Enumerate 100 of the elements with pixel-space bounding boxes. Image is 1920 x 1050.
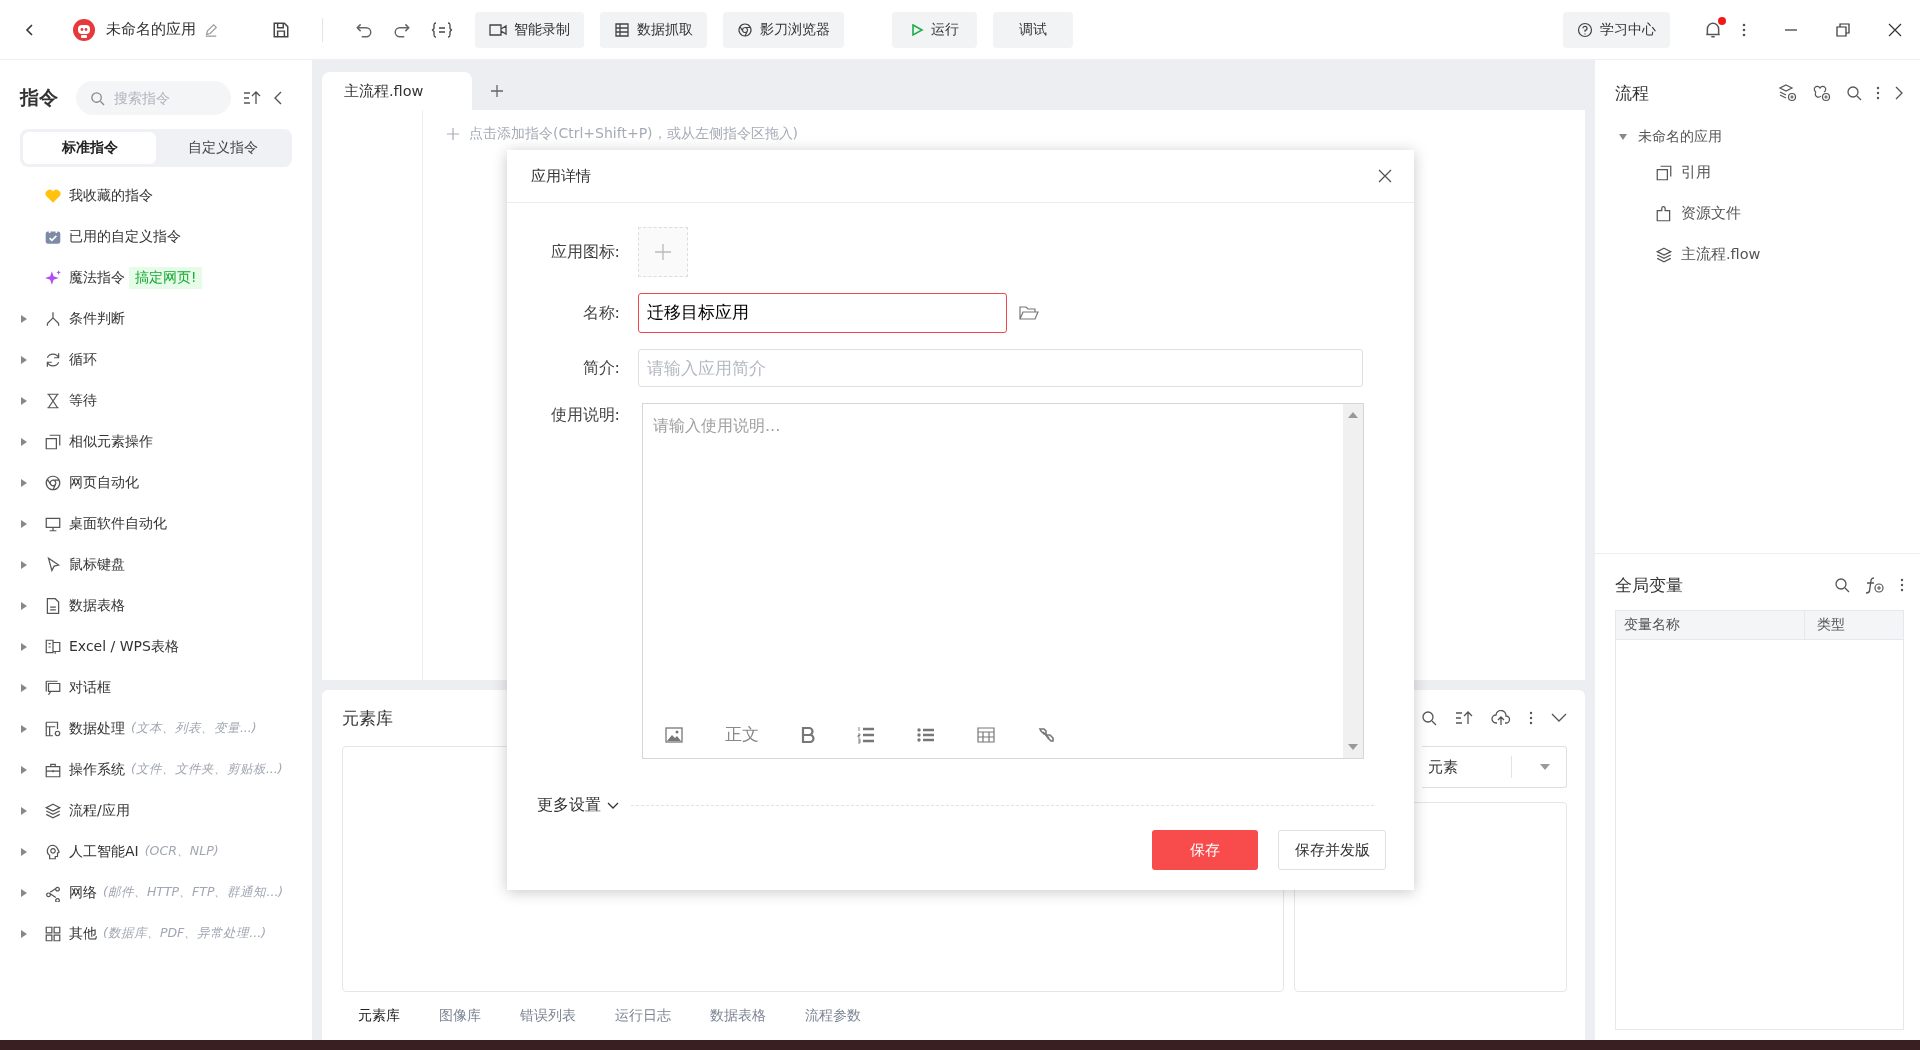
tab[interactable]: 流程参数 xyxy=(805,1007,861,1025)
tree-item[interactable]: 主流程.flow xyxy=(1681,245,1761,264)
more-icon[interactable] xyxy=(1529,710,1533,726)
head-icon xyxy=(44,842,62,861)
expand-caret-icon[interactable] xyxy=(20,846,28,857)
search-icon[interactable] xyxy=(1846,85,1862,101)
command-category[interactable]: 等待 xyxy=(69,391,97,410)
upload-cloud-icon[interactable] xyxy=(1491,710,1511,726)
scroll-down-icon[interactable] xyxy=(1348,744,1358,750)
command-category[interactable]: 魔法指令 xyxy=(69,268,125,287)
save-icon[interactable] xyxy=(272,20,290,39)
expand-caret-icon[interactable] xyxy=(20,641,28,652)
file-tab[interactable]: 主流程.flow xyxy=(322,72,472,110)
variable-icon[interactable] xyxy=(431,20,453,39)
command-category[interactable]: 已用的自定义指令 xyxy=(69,227,181,246)
command-category[interactable]: 网络 xyxy=(69,883,97,902)
command-category[interactable]: 我收藏的指令 xyxy=(69,186,153,205)
expand-caret-icon[interactable] xyxy=(20,682,28,693)
tab[interactable]: 元素库 xyxy=(358,1007,400,1025)
toolbar-button[interactable]: 影刀浏览器 xyxy=(723,11,844,48)
search-icon[interactable] xyxy=(1421,710,1437,726)
add-layer-icon[interactable] xyxy=(1778,84,1798,102)
bulleted-list-icon[interactable] xyxy=(917,726,935,743)
loop-icon xyxy=(44,350,62,369)
more-icon[interactable] xyxy=(1742,21,1746,38)
image-icon[interactable] xyxy=(665,726,683,743)
command-category[interactable]: Excel / WPS表格 xyxy=(69,637,179,656)
command-category[interactable]: 流程/应用 xyxy=(69,801,130,820)
expand-caret-icon[interactable] xyxy=(20,805,28,816)
close-icon[interactable] xyxy=(1888,22,1902,37)
expand-caret-icon[interactable] xyxy=(20,354,28,365)
search-field[interactable]: 搜索指令 xyxy=(76,81,231,115)
more-icon[interactable] xyxy=(1876,85,1880,101)
table-icon[interactable] xyxy=(977,726,995,743)
tab[interactable]: 运行日志 xyxy=(615,1007,671,1025)
tree-item[interactable]: 引用 xyxy=(1681,163,1711,182)
learning-center-button[interactable]: 学习中心 xyxy=(1563,11,1670,48)
command-category[interactable]: 其他 xyxy=(69,924,97,943)
command-category[interactable]: 数据表格 xyxy=(69,596,125,615)
sort-icon[interactable] xyxy=(1455,710,1473,726)
save-and-publish-button[interactable]: 保存并发版 xyxy=(1278,830,1386,870)
expand-caret-icon[interactable] xyxy=(20,928,28,939)
link-icon[interactable] xyxy=(1037,725,1055,744)
branch-icon xyxy=(44,309,62,328)
toolbar-button[interactable]: 智能录制 xyxy=(475,11,584,48)
folder-icon[interactable] xyxy=(1019,305,1039,321)
tab[interactable]: 标准指令 xyxy=(23,132,156,164)
command-category[interactable]: 操作系统 xyxy=(69,760,125,779)
expand-caret-icon[interactable] xyxy=(20,723,28,734)
expand-caret-icon[interactable] xyxy=(20,887,28,898)
command-category[interactable]: 条件判断 xyxy=(69,309,125,328)
text-field[interactable]: 请输入应用简介 xyxy=(638,349,1363,387)
expand-caret-icon[interactable] xyxy=(1618,133,1628,141)
bold-icon[interactable] xyxy=(801,726,815,743)
sort-icon[interactable] xyxy=(243,90,261,106)
command-category[interactable]: 循环 xyxy=(69,350,97,369)
add-function-icon[interactable] xyxy=(1864,576,1886,594)
add-tab-icon[interactable] xyxy=(490,84,504,98)
paragraph-style-button[interactable]: 正文 xyxy=(725,723,759,746)
edit-icon[interactable] xyxy=(204,22,218,37)
expand-caret-icon[interactable] xyxy=(20,518,28,529)
scroll-up-icon[interactable] xyxy=(1348,412,1358,418)
expand-caret-icon[interactable] xyxy=(20,559,28,570)
command-category[interactable]: 人工智能AI xyxy=(69,842,139,861)
run-button[interactable]: 运行 xyxy=(892,11,977,48)
toolbar-button[interactable]: 数据抓取 xyxy=(600,11,707,48)
tab[interactable]: 自定义指令 xyxy=(156,132,289,164)
element-dropdown[interactable]: 元素 xyxy=(1422,746,1567,788)
command-category[interactable]: 数据处理 xyxy=(69,719,125,738)
more-icon[interactable] xyxy=(1900,577,1904,593)
tab[interactable]: 错误列表 xyxy=(520,1007,576,1025)
expand-caret-icon[interactable] xyxy=(20,313,28,324)
chevron-down-icon[interactable] xyxy=(1551,713,1567,723)
tab[interactable]: 图像库 xyxy=(439,1007,481,1025)
command-category[interactable]: 相似元素操作 xyxy=(69,432,153,451)
command-category[interactable]: 对话框 xyxy=(69,678,111,697)
numbered-list-icon[interactable] xyxy=(857,725,875,744)
expand-caret-icon[interactable] xyxy=(20,477,28,488)
debug-button[interactable]: 调试 xyxy=(993,11,1073,48)
expand-caret-icon[interactable] xyxy=(20,600,28,611)
more-settings-toggle[interactable]: 更多设置 xyxy=(537,795,619,816)
tree-item[interactable]: 资源文件 xyxy=(1681,204,1741,223)
scrollbar[interactable] xyxy=(1343,404,1363,758)
tree-item[interactable]: 未命名的应用 xyxy=(1638,128,1722,146)
expand-caret-icon[interactable] xyxy=(20,395,28,406)
command-category[interactable]: 桌面软件自动化 xyxy=(69,514,167,533)
add-module-icon[interactable] xyxy=(1812,84,1832,102)
expand-caret-icon[interactable] xyxy=(20,436,28,447)
collapse-icon[interactable] xyxy=(273,90,283,106)
restore-icon[interactable] xyxy=(1836,22,1850,37)
rich-text-editor[interactable]: 请输入使用说明... 正文 xyxy=(642,403,1364,759)
search-icon[interactable] xyxy=(1834,577,1850,593)
text-field[interactable]: 迁移目标应用 xyxy=(638,293,1007,333)
close-icon[interactable] xyxy=(1378,169,1392,183)
notification-icon[interactable] xyxy=(1704,20,1722,39)
expand-caret-icon[interactable] xyxy=(20,764,28,775)
command-category[interactable]: 鼠标键盘 xyxy=(69,555,125,574)
command-category[interactable]: 网页自动化 xyxy=(69,473,139,492)
chevron-right-icon[interactable] xyxy=(1894,85,1904,101)
tab[interactable]: 数据表格 xyxy=(710,1007,766,1025)
